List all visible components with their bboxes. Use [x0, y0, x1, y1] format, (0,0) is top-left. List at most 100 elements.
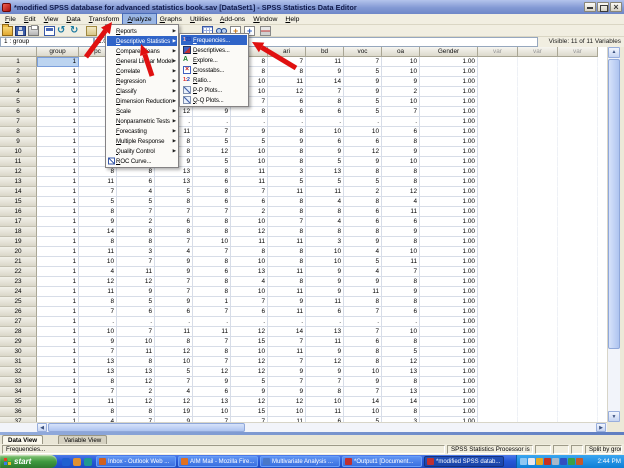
grid-cell[interactable]: 8: [306, 387, 344, 397]
row-number[interactable]: 5: [0, 97, 37, 107]
menu-view[interactable]: View: [40, 14, 63, 24]
grid-cell[interactable]: 5: [117, 297, 155, 307]
grid-cell[interactable]: 11: [268, 267, 306, 277]
grid-cell[interactable]: 8: [117, 227, 155, 237]
menu-item-nonparametric-tests[interactable]: Nonparametric Tests▶: [107, 116, 177, 126]
grid-cell-empty[interactable]: [518, 257, 558, 267]
grid-cell[interactable]: 1.00: [420, 367, 478, 377]
grid-cell-empty[interactable]: [478, 237, 518, 247]
grid-cell[interactable]: 9: [268, 367, 306, 377]
grid-cell[interactable]: 8: [344, 167, 382, 177]
grid-cell[interactable]: 8: [382, 277, 420, 287]
menu-graphs[interactable]: Graphs: [156, 14, 186, 24]
grid-cell[interactable]: .: [193, 317, 231, 327]
grid-cell-empty[interactable]: [478, 197, 518, 207]
grid-cell[interactable]: 6: [344, 217, 382, 227]
grid-cell[interactable]: 8: [117, 407, 155, 417]
grid-cell[interactable]: 1.00: [420, 277, 478, 287]
grid-cell[interactable]: 1: [37, 107, 79, 117]
grid-cell[interactable]: 1: [37, 407, 79, 417]
row-number[interactable]: 6: [0, 107, 37, 117]
grid-cell-empty[interactable]: [558, 247, 598, 257]
grid-cell[interactable]: 5: [117, 197, 155, 207]
grid-cell[interactable]: 1.00: [420, 347, 478, 357]
tray-icon[interactable]: [528, 458, 535, 465]
grid-cell[interactable]: 10: [382, 67, 420, 77]
grid-cell-empty[interactable]: [478, 257, 518, 267]
grid-cell[interactable]: 11: [268, 287, 306, 297]
grid-cell[interactable]: 1.00: [420, 127, 478, 137]
grid-cell[interactable]: 1.00: [420, 217, 478, 227]
grid-cell[interactable]: 10: [306, 397, 344, 407]
open-icon[interactable]: [2, 26, 13, 36]
grid-cell[interactable]: 1: [37, 307, 79, 317]
grid-cell[interactable]: 1: [37, 97, 79, 107]
grid-cell-empty[interactable]: [558, 257, 598, 267]
taskbar-button-modified-spss-datab[interactable]: *modified SPSS datab...: [424, 456, 504, 467]
grid-cell[interactable]: 8: [268, 127, 306, 137]
grid-cell[interactable]: 1.00: [420, 337, 478, 347]
tray-icon[interactable]: [560, 458, 567, 465]
grid-cell-empty[interactable]: [478, 287, 518, 297]
grid-cell-empty[interactable]: [478, 177, 518, 187]
grid-cell[interactable]: 1: [37, 377, 79, 387]
grid-cell[interactable]: 1: [37, 177, 79, 187]
grid-cell[interactable]: 8: [155, 197, 193, 207]
grid-cell[interactable]: 4: [344, 267, 382, 277]
grid-cell[interactable]: 8: [306, 97, 344, 107]
row-number[interactable]: 7: [0, 117, 37, 127]
grid-cell-empty[interactable]: [518, 307, 558, 317]
grid-cell-empty[interactable]: [558, 337, 598, 347]
grid-cell[interactable]: 12: [382, 357, 420, 367]
grid-cell[interactable]: 6: [231, 307, 268, 317]
grid-cell[interactable]: 2: [117, 387, 155, 397]
grid-cell[interactable]: 7: [231, 187, 268, 197]
grid-cell[interactable]: 11: [306, 57, 344, 67]
grid-cell-empty[interactable]: [518, 357, 558, 367]
grid-cell[interactable]: 8: [344, 347, 382, 357]
grid-cell-empty[interactable]: [518, 107, 558, 117]
tray-icon[interactable]: [544, 458, 551, 465]
grid-cell[interactable]: 5: [344, 177, 382, 187]
menu-utilities[interactable]: Utilities: [186, 14, 216, 24]
grid-cell[interactable]: 10: [193, 407, 231, 417]
grid-cell[interactable]: 10: [231, 147, 268, 157]
grid-cell[interactable]: 5: [344, 107, 382, 117]
row-number[interactable]: 9: [0, 137, 37, 147]
grid-cell[interactable]: 8: [344, 297, 382, 307]
grid-cell-empty[interactable]: [518, 87, 558, 97]
grid-cell[interactable]: 4: [155, 387, 193, 397]
grid-cell-empty[interactable]: [518, 397, 558, 407]
grid-cell[interactable]: 1.00: [420, 407, 478, 417]
grid-cell-empty[interactable]: [558, 97, 598, 107]
grid-cell-empty[interactable]: [478, 377, 518, 387]
menu-window[interactable]: Window: [249, 14, 281, 24]
grid-cell[interactable]: 9: [117, 287, 155, 297]
grid-cell[interactable]: 3: [306, 237, 344, 247]
grid-cell-empty[interactable]: [558, 77, 598, 87]
grid-cell[interactable]: 5: [344, 67, 382, 77]
grid-cell[interactable]: 9: [344, 377, 382, 387]
grid-cell[interactable]: 8: [382, 377, 420, 387]
grid-cell[interactable]: 13: [117, 367, 155, 377]
grid-cell[interactable]: 7: [79, 387, 117, 397]
scroll-right-button[interactable]: ▶: [596, 423, 606, 432]
grid-cell-empty[interactable]: [558, 87, 598, 97]
grid-cell[interactable]: 6: [306, 137, 344, 147]
grid-cell[interactable]: 7: [193, 337, 231, 347]
menu-item-descriptive-statistics[interactable]: Descriptive Statistics▶: [107, 36, 177, 46]
grid-cell-empty[interactable]: [558, 57, 598, 67]
grid-cell-empty[interactable]: [478, 407, 518, 417]
tray-icon[interactable]: [520, 458, 527, 465]
grid-cell[interactable]: 1: [37, 117, 79, 127]
grid-cell[interactable]: 1.00: [420, 87, 478, 97]
grid-cell-empty[interactable]: [558, 377, 598, 387]
grid-cell[interactable]: 7: [382, 267, 420, 277]
grid-cell[interactable]: 8: [79, 297, 117, 307]
menu-item-general-linear-model[interactable]: General Linear Model▶: [107, 56, 177, 66]
grid-cell-empty[interactable]: [518, 57, 558, 67]
grid-cell-empty[interactable]: [478, 347, 518, 357]
grid-cell[interactable]: 9: [268, 297, 306, 307]
grid-cell[interactable]: .: [193, 117, 231, 127]
grid-cell[interactable]: 1.00: [420, 177, 478, 187]
